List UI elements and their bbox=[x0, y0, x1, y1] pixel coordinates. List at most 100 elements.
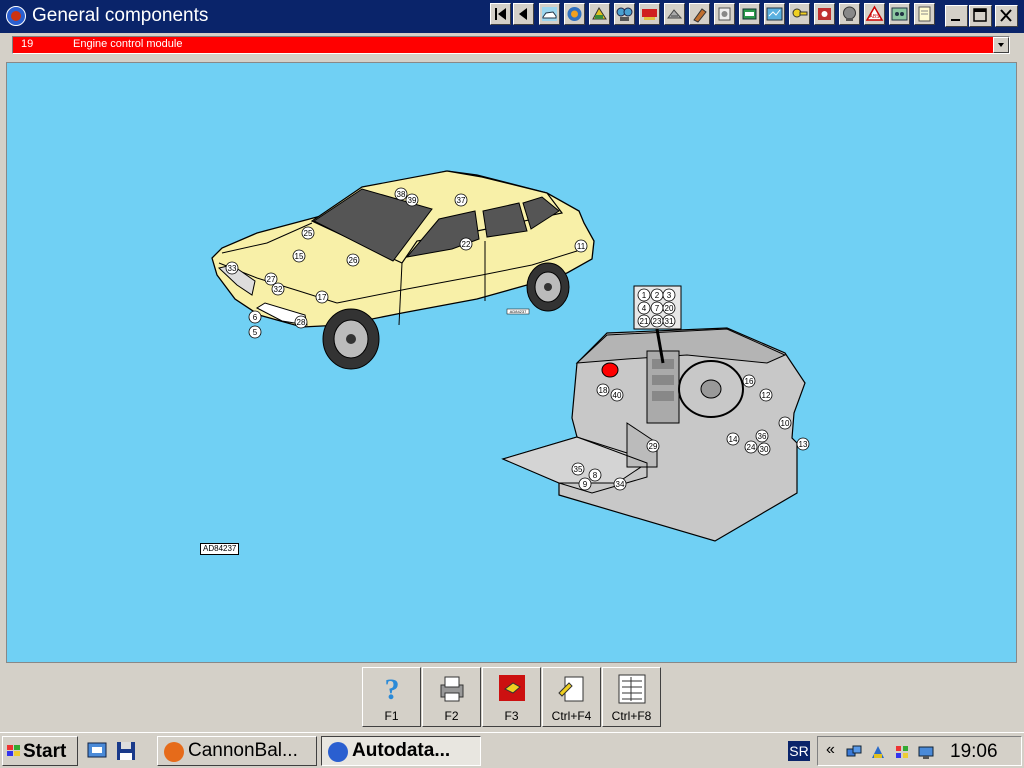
note-button[interactable]: Ctrl+F4 bbox=[542, 667, 601, 727]
timing-belt-icon[interactable] bbox=[714, 3, 735, 25]
car-callout-label: 5 bbox=[253, 328, 258, 337]
engine-icon[interactable] bbox=[564, 3, 585, 25]
electrical-icon[interactable] bbox=[589, 3, 610, 25]
list-icon bbox=[618, 674, 646, 704]
note-icon bbox=[558, 676, 584, 702]
autodata-icon bbox=[328, 742, 348, 762]
hand-icon bbox=[499, 675, 525, 701]
dash-callout-label: 10 bbox=[781, 419, 790, 428]
clock: 19:06 bbox=[950, 741, 998, 762]
car-callout-label: 32 bbox=[274, 285, 283, 294]
dash-callout-label: 29 bbox=[649, 442, 658, 451]
title-bar: General components ABS bbox=[0, 0, 1024, 33]
dash-callout-label: 13 bbox=[799, 440, 808, 449]
svg-text:?: ? bbox=[385, 673, 400, 705]
dash-callout-label: 30 bbox=[760, 445, 769, 454]
help-button[interactable]: ? F1 bbox=[362, 667, 421, 727]
ecu-icon[interactable] bbox=[889, 3, 910, 25]
help-icon: ? bbox=[385, 673, 400, 705]
brakes-icon[interactable] bbox=[814, 3, 835, 25]
dropdown-button[interactable] bbox=[993, 37, 1009, 53]
dash-callout-label: 36 bbox=[758, 432, 767, 441]
battery-icon[interactable] bbox=[739, 3, 760, 25]
task-autodata[interactable]: Autodata... bbox=[321, 736, 481, 766]
chevron-down-icon bbox=[998, 43, 1004, 47]
car-callout-label: 22 bbox=[462, 240, 471, 249]
car-callout-label: 25 bbox=[304, 229, 313, 238]
car-callout-label: 33 bbox=[228, 264, 237, 273]
air-con-icon[interactable] bbox=[764, 3, 785, 25]
windows-flag-icon bbox=[7, 745, 20, 756]
dash-callout-label: 1 bbox=[642, 291, 647, 300]
dash-callout-label: 31 bbox=[665, 317, 674, 326]
previous-icon[interactable] bbox=[513, 3, 534, 25]
f3-label: F3 bbox=[504, 709, 519, 723]
diagram-reference: AD84237 bbox=[200, 543, 240, 555]
close-button[interactable] bbox=[995, 5, 1018, 27]
dash-callout-label: 7 bbox=[655, 304, 660, 313]
firefox-icon bbox=[164, 742, 184, 762]
taskbar: Start CannonBal... Autodata... SR « 19:0… bbox=[0, 732, 1024, 768]
print-button[interactable]: F2 bbox=[422, 667, 481, 727]
dash-callout-label: 40 bbox=[613, 391, 622, 400]
car-callout-label: 11 bbox=[577, 242, 586, 251]
ecu-highlight bbox=[601, 362, 619, 378]
antivirus-icon[interactable] bbox=[894, 744, 910, 760]
component-selector[interactable]: 19 Engine control module bbox=[12, 36, 1010, 54]
diagram-canvas: AD84237 38 39 37 25 15 26 22 11 33 27 32 17 6 28 5 1 2 3 4… bbox=[6, 62, 1017, 663]
save-icon[interactable] bbox=[114, 739, 138, 763]
dash-callout-label: 3 bbox=[667, 291, 672, 300]
camshaft-icon[interactable] bbox=[839, 3, 860, 25]
show-desktop-icon[interactable] bbox=[86, 739, 110, 763]
car-callout-label: 39 bbox=[408, 196, 417, 205]
abs-icon[interactable]: ABS bbox=[864, 3, 885, 25]
service-icon[interactable] bbox=[689, 3, 710, 25]
svg-text:ABS: ABS bbox=[869, 14, 880, 20]
task-label: Autodata... bbox=[352, 740, 451, 761]
system-tray: « 19:06 bbox=[817, 736, 1022, 766]
dash-callout-label: 14 bbox=[729, 435, 738, 444]
dash-callout-label: 9 bbox=[583, 480, 588, 489]
start-button[interactable]: Start bbox=[2, 736, 78, 766]
notes-icon[interactable] bbox=[914, 3, 935, 25]
car-callout-label: 15 bbox=[295, 252, 304, 261]
car-callout-label: 6 bbox=[253, 313, 258, 322]
f2-label: F2 bbox=[444, 709, 459, 723]
dash-callout-label: 16 bbox=[745, 377, 754, 386]
component-label: Engine control module bbox=[73, 38, 183, 50]
dash-callout-label: 4 bbox=[642, 304, 647, 313]
window-title: General components bbox=[32, 5, 209, 26]
repair-times-icon[interactable] bbox=[639, 3, 660, 25]
maximize-button[interactable] bbox=[969, 5, 992, 27]
network-icon[interactable] bbox=[846, 744, 862, 760]
dash-callout-label: 2 bbox=[655, 291, 660, 300]
start-label: Start bbox=[23, 741, 67, 762]
car-callout-label: 37 bbox=[457, 196, 466, 205]
autodata-logo-icon bbox=[6, 6, 26, 26]
first-icon[interactable] bbox=[490, 3, 511, 25]
car-callout-label: 38 bbox=[397, 190, 406, 199]
connection-icon[interactable] bbox=[870, 744, 886, 760]
function-key-bar: ? F1 F2 F3 Ctrl+F4 Ctrl+F8 bbox=[0, 663, 1024, 729]
key-programming-icon[interactable] bbox=[789, 3, 810, 25]
car-callout-label: 28 bbox=[297, 318, 306, 327]
component-diagram: AD84237 3839 372515 2622 113327321762851 2 34… bbox=[211, 170, 810, 542]
car-callout-label: 17 bbox=[318, 293, 327, 302]
tyres-icon[interactable] bbox=[664, 3, 685, 25]
print-icon bbox=[440, 676, 464, 702]
hand-button[interactable]: F3 bbox=[482, 667, 541, 727]
display-icon[interactable] bbox=[918, 744, 934, 760]
diagnostics-icon[interactable] bbox=[614, 3, 635, 25]
task-cannonball[interactable]: CannonBal... bbox=[157, 736, 317, 766]
list-button[interactable]: Ctrl+F8 bbox=[602, 667, 661, 727]
svg-text:AD84237: AD84237 bbox=[510, 309, 527, 314]
minimize-button[interactable] bbox=[945, 5, 968, 27]
tray-expand-button[interactable]: « bbox=[826, 741, 835, 759]
dash-callout-label: 21 bbox=[640, 317, 649, 326]
car-image-icon[interactable] bbox=[539, 3, 560, 25]
ctrl-f4-label: Ctrl+F4 bbox=[551, 709, 592, 723]
car-callout-label: 27 bbox=[267, 275, 276, 284]
dash-callout-label: 24 bbox=[747, 443, 756, 452]
dash-callout-label: 18 bbox=[599, 386, 608, 395]
language-indicator[interactable]: SR bbox=[788, 741, 810, 761]
